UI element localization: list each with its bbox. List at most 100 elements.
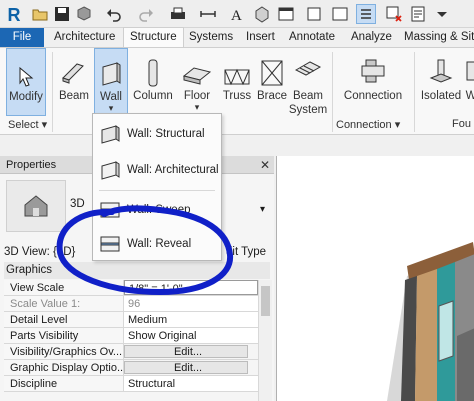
wall-foundation-icon [464, 48, 474, 88]
brace-label: Brace [256, 90, 288, 102]
close-icon[interactable]: ✕ [260, 156, 270, 174]
structural-wall-icon [101, 125, 120, 144]
property-value[interactable]: Show Original [124, 328, 258, 343]
foundation-panel-label[interactable]: Fou [452, 118, 471, 130]
ribbon: Modify Select ▾ Beam Wall ▾ Column Floor… [0, 47, 474, 135]
save-icon[interactable] [52, 4, 72, 24]
property-key: Visibility/Graphics Ov... [4, 344, 124, 359]
wall-dropdown-menu: Wall: Structural Wall: Architectural Wal… [92, 113, 222, 261]
scrollbar-thumb[interactable] [261, 286, 270, 316]
properties-title: Properties [6, 159, 57, 171]
wall-label: Wall [100, 91, 122, 103]
3d-view-icon[interactable] [252, 4, 272, 24]
panel-divider [332, 52, 333, 132]
menu-divider [99, 190, 215, 191]
undo-icon[interactable] [104, 4, 124, 24]
panel-divider [52, 52, 53, 132]
column-button[interactable]: Column [132, 48, 174, 118]
view-scale-input[interactable]: 1/8" = 1'-0" [124, 280, 258, 295]
beam-icon [56, 48, 92, 88]
switch-windows-icon[interactable] [276, 4, 296, 24]
tab-insert[interactable]: Insert [246, 28, 275, 47]
sheet-icon[interactable] [408, 4, 428, 24]
property-key: Graphic Display Optio... [4, 360, 124, 375]
property-value: 96 [124, 296, 258, 311]
architectural-wall-icon [101, 161, 120, 180]
tab-file[interactable]: File [0, 28, 44, 47]
tab-structure[interactable]: Structure [123, 27, 184, 47]
table-row[interactable]: View Scale 1/8" = 1'-0" [4, 280, 258, 296]
wall-button[interactable]: Wall ▾ [94, 48, 128, 116]
beam-system-button[interactable]: Beam System [288, 48, 328, 118]
quick-access-toolbar: R A [0, 0, 474, 28]
table-row[interactable]: Visibility/Graphics Ov... Edit... [4, 344, 258, 360]
measure-icon[interactable] [198, 4, 218, 24]
print-icon[interactable] [168, 4, 188, 24]
open-icon[interactable] [30, 4, 50, 24]
modify-button[interactable]: Modify [6, 48, 46, 116]
edit-type-button[interactable]: dit Type [226, 244, 266, 261]
ribbon-toggle-icon[interactable] [330, 4, 350, 24]
menu-item-wall-architectural[interactable]: Wall: Architectural [93, 152, 221, 188]
table-row[interactable]: Graphic Display Optio... Edit... [4, 360, 258, 376]
wall-foundation-button[interactable]: W [464, 48, 474, 118]
connection-panel-label[interactable]: Connection ▾ [336, 118, 400, 131]
edit-button[interactable]: Edit... [124, 361, 248, 374]
beam-system-label-1: Beam [292, 90, 324, 102]
wall-icon [95, 49, 127, 89]
beam-button[interactable]: Beam [56, 48, 92, 118]
table-row[interactable]: Parts Visibility Show Original [4, 328, 258, 344]
property-key: View Scale [4, 280, 124, 295]
select-panel-label[interactable]: Select ▾ [8, 118, 47, 131]
truss-icon [220, 48, 254, 88]
brace-button[interactable]: Brace [254, 48, 290, 118]
menu-item-wall-structural[interactable]: Wall: Structural [93, 116, 221, 152]
sync-icon[interactable] [74, 4, 94, 24]
table-row[interactable]: Scale Value 1: 96 [4, 296, 258, 312]
group-header-graphics[interactable]: Graphics [4, 262, 270, 279]
type-selector-thumbnail[interactable] [6, 180, 66, 232]
floor-icon [178, 48, 216, 88]
3d-wall-model [387, 242, 474, 401]
close-hidden-icon[interactable] [304, 4, 324, 24]
property-value[interactable]: Structural [124, 376, 258, 391]
tab-annotate[interactable]: Annotate [289, 28, 335, 47]
menu-item-wall-sweep[interactable]: Wall: Sweep [93, 192, 221, 228]
floor-dropdown-arrow-icon[interactable]: ▾ [178, 103, 216, 112]
revit-logo[interactable]: R [4, 4, 24, 26]
type-selector-arrow-icon[interactable]: ▾ [260, 204, 265, 215]
panel-divider [414, 52, 415, 132]
table-row[interactable]: Discipline Structural [4, 376, 258, 392]
3d-viewport[interactable] [276, 156, 474, 401]
menu-item-label: Wall: Architectural [127, 164, 219, 176]
thin-lines-icon[interactable] [356, 4, 376, 24]
text-icon[interactable]: A [226, 4, 246, 24]
wall-sweep-icon [100, 202, 120, 218]
table-row[interactable]: Detail Level Medium [4, 312, 258, 328]
qat-dropdown-icon[interactable] [432, 4, 452, 24]
floor-label: Floor [183, 90, 211, 102]
ribbon-tabs: File Architecture Structure Systems Inse… [0, 27, 474, 47]
close-inactive-icon[interactable] [384, 4, 404, 24]
redo-icon[interactable] [136, 4, 156, 24]
isolated-label: Isolated [420, 90, 462, 102]
wall-foundation-label: W [465, 90, 474, 102]
view-type-label: 3D View: {3D} [4, 246, 76, 258]
isolated-foundation-button[interactable]: Isolated [418, 48, 464, 118]
beam-label: Beam [58, 90, 90, 102]
truss-button[interactable]: Truss [220, 48, 254, 118]
connection-button[interactable]: Connection [340, 48, 406, 118]
properties-scrollbar[interactable] [258, 280, 272, 401]
tab-analyze[interactable]: Analyze [351, 28, 392, 47]
tab-architecture[interactable]: Architecture [54, 28, 115, 47]
edit-button[interactable]: Edit... [124, 345, 248, 358]
wall-dropdown-arrow-icon[interactable]: ▾ [95, 104, 127, 113]
menu-item-wall-reveal[interactable]: Wall: Reveal [93, 226, 221, 262]
cursor-icon [7, 49, 45, 89]
property-value[interactable]: Medium [124, 312, 258, 327]
type-selector-name[interactable]: 3D [70, 198, 85, 210]
tab-massing-site[interactable]: Massing & Site [404, 28, 474, 47]
tab-systems[interactable]: Systems [189, 28, 233, 47]
beam-system-label-2: System [288, 104, 328, 116]
floor-button[interactable]: Floor ▾ [178, 48, 216, 118]
